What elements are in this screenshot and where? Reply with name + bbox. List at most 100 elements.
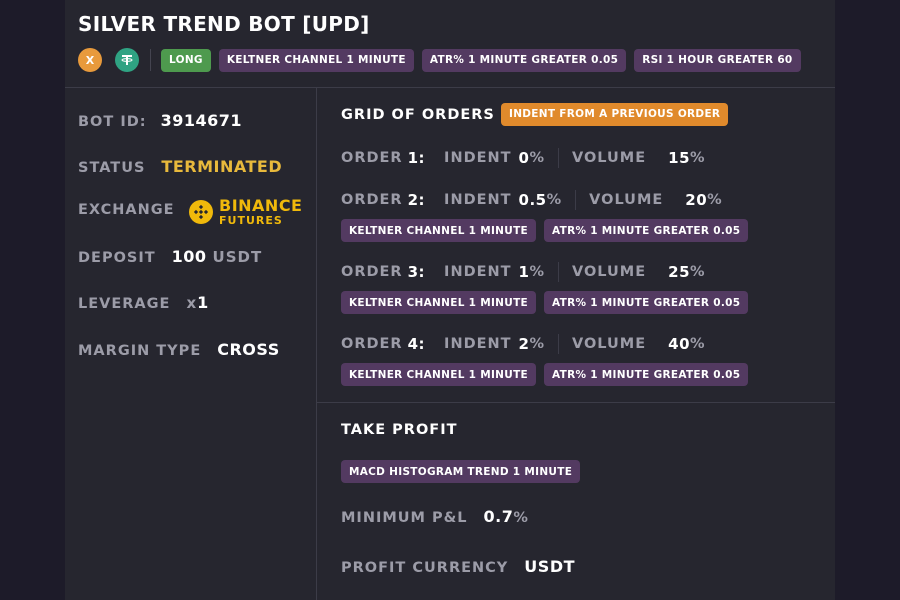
indent-label: INDENT: [444, 336, 512, 352]
order-number: 2: [407, 191, 419, 209]
x-coin-icon: X: [78, 48, 102, 72]
tether-icon: [115, 48, 139, 72]
order-label: ORDER: [341, 192, 403, 208]
take-profit-title: TAKE PROFIT: [341, 422, 458, 438]
min-pnl-percent: %: [513, 510, 529, 526]
indent-value: 1: [518, 263, 530, 281]
status-row: STATUS TERMINATED: [78, 157, 282, 176]
status-value: TERMINATED: [161, 157, 283, 176]
order-row: ORDER 1 : INDENT 0 % VOLUME 15 %: [341, 147, 706, 169]
order-label: ORDER: [341, 264, 403, 280]
bot-id-row: BOT ID: 3914671: [78, 111, 242, 130]
condition-badge: ATR% 1 MINUTE GREATER 0.05: [544, 363, 749, 386]
indent-percent: %: [529, 264, 546, 280]
signal-badge: RSI 1 HOUR GREATER 60: [634, 48, 801, 72]
direction-badge: LONG: [161, 48, 211, 72]
deposit-label: DEPOSIT: [78, 250, 156, 266]
divider: [317, 402, 835, 403]
divider: [558, 334, 560, 354]
indent-value: 0.5: [518, 191, 547, 209]
grid-mode: INDENT FROM A PREVIOUS ORDER: [501, 102, 729, 126]
leverage-row: LEVERAGE x 1: [78, 293, 209, 312]
exchange-label: EXCHANGE: [78, 202, 175, 218]
indent-value: 2: [518, 335, 530, 353]
order-number: 3: [407, 263, 419, 281]
bot-header-tags: X LONG KELTNER CHANNEL 1 MINUTE ATR% 1 M…: [78, 47, 809, 73]
min-pnl-label: MINIMUM P&L: [341, 510, 468, 526]
margin-row: MARGIN TYPE CROSS: [78, 340, 280, 359]
divider: [575, 190, 577, 210]
condition-badge: KELTNER CHANNEL 1 MINUTE: [341, 291, 537, 314]
leverage-label: LEVERAGE: [78, 296, 171, 312]
divider: [558, 262, 560, 282]
order-colon: :: [418, 191, 426, 209]
condition-badge: ATR% 1 MINUTE GREATER 0.05: [544, 291, 749, 314]
volume-value: 25: [668, 263, 691, 281]
take-profit-conditions: MACD HISTOGRAM TREND 1 MINUTE: [341, 460, 588, 483]
order-conditions: KELTNER CHANNEL 1 MINUTE ATR% 1 MINUTE G…: [341, 363, 756, 386]
leverage-prefix: x: [186, 294, 198, 312]
volume-value: 40: [668, 335, 691, 353]
deposit-value: 100: [171, 247, 207, 266]
divider: [150, 49, 151, 71]
margin-label: MARGIN TYPE: [78, 343, 202, 359]
binance-logo-icon: [189, 200, 213, 224]
divider: [65, 87, 835, 88]
order-colon: :: [418, 263, 426, 281]
min-pnl-row: MINIMUM P&L 0.7 %: [341, 507, 529, 526]
indent-percent: %: [546, 192, 563, 208]
volume-percent: %: [690, 336, 706, 352]
grid-mode-badge: INDENT FROM A PREVIOUS ORDER: [501, 102, 729, 126]
profit-currency-label: PROFIT CURRENCY: [341, 560, 509, 576]
deposit-row: DEPOSIT 100 USDT: [78, 247, 262, 266]
order-colon: :: [418, 335, 426, 353]
margin-value: CROSS: [217, 340, 280, 359]
bot-title: SILVER TREND BOT [UPD]: [78, 12, 370, 36]
order-conditions: KELTNER CHANNEL 1 MINUTE ATR% 1 MINUTE G…: [341, 291, 756, 314]
bot-id-value: 3914671: [160, 111, 242, 130]
condition-badge: KELTNER CHANNEL 1 MINUTE: [341, 219, 537, 242]
profit-currency-value: USDT: [524, 557, 576, 576]
bot-card: SILVER TREND BOT [UPD] X LONG KELTNER CH…: [65, 0, 835, 600]
order-row: ORDER 2 : INDENT 0.5 % VOLUME 20 %: [341, 189, 723, 211]
divider: [558, 148, 560, 168]
order-label: ORDER: [341, 336, 403, 352]
indent-percent: %: [529, 150, 546, 166]
grid-title: GRID OF ORDERS: [341, 107, 495, 123]
exchange-name: BINANCE: [219, 196, 303, 215]
order-number: 1: [407, 149, 419, 167]
condition-badge: ATR% 1 MINUTE GREATER 0.05: [544, 219, 749, 242]
indent-label: INDENT: [444, 150, 512, 166]
volume-percent: %: [690, 264, 706, 280]
volume-percent: %: [690, 150, 706, 166]
order-colon: :: [418, 149, 426, 167]
order-label: ORDER: [341, 150, 403, 166]
volume-label: VOLUME: [572, 264, 647, 280]
leverage-value: 1: [197, 293, 209, 312]
signal-badge: ATR% 1 MINUTE GREATER 0.05: [421, 48, 627, 72]
volume-value: 20: [685, 191, 708, 209]
indent-value: 0: [518, 149, 530, 167]
order-conditions: KELTNER CHANNEL 1 MINUTE ATR% 1 MINUTE G…: [341, 219, 756, 242]
exchange-subtitle: FUTURES: [219, 214, 283, 227]
condition-badge: MACD HISTOGRAM TREND 1 MINUTE: [341, 460, 581, 483]
profit-currency-row: PROFIT CURRENCY USDT: [341, 557, 575, 576]
bot-id-label: BOT ID:: [78, 114, 147, 130]
min-pnl-value: 0.7: [483, 507, 514, 526]
condition-badge: KELTNER CHANNEL 1 MINUTE: [341, 363, 537, 386]
exchange-value: BINANCE FUTURES: [189, 198, 302, 226]
deposit-currency: USDT: [212, 248, 263, 266]
volume-percent: %: [707, 192, 723, 208]
indent-label: INDENT: [444, 264, 512, 280]
indent-percent: %: [529, 336, 546, 352]
volume-label: VOLUME: [572, 150, 647, 166]
volume-label: VOLUME: [589, 192, 664, 208]
order-number: 4: [407, 335, 419, 353]
signal-badge: KELTNER CHANNEL 1 MINUTE: [218, 48, 414, 72]
order-row: ORDER 4 : INDENT 2 % VOLUME 40 %: [341, 333, 706, 355]
volume-label: VOLUME: [572, 336, 647, 352]
volume-value: 15: [668, 149, 691, 167]
status-label: STATUS: [78, 160, 146, 176]
exchange-row: EXCHANGE: [78, 202, 175, 218]
indent-label: INDENT: [444, 192, 512, 208]
